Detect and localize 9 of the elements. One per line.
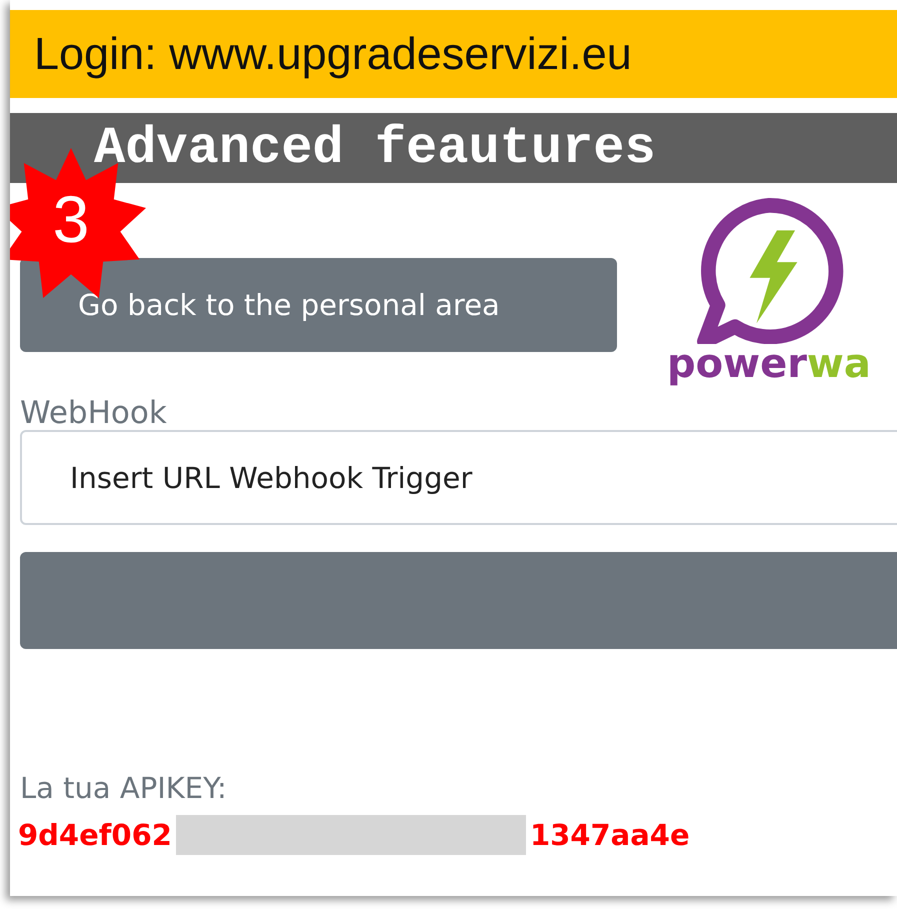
logo-text: powerwa xyxy=(667,344,871,384)
submit-button[interactable] xyxy=(20,552,897,650)
header-title: Login: www.upgradeservizi.eu xyxy=(34,28,632,80)
apikey-label: La tua APIKEY: xyxy=(20,771,228,806)
apikey-end: 1347aa4e xyxy=(530,818,690,852)
back-button[interactable]: Go back to the personal area xyxy=(20,258,617,352)
webhook-input-field[interactable]: Insert URL Webhook Trigger xyxy=(20,430,897,526)
apikey-start: 9d4ef062 xyxy=(18,818,172,852)
webhook-label: WebHook xyxy=(20,396,168,430)
